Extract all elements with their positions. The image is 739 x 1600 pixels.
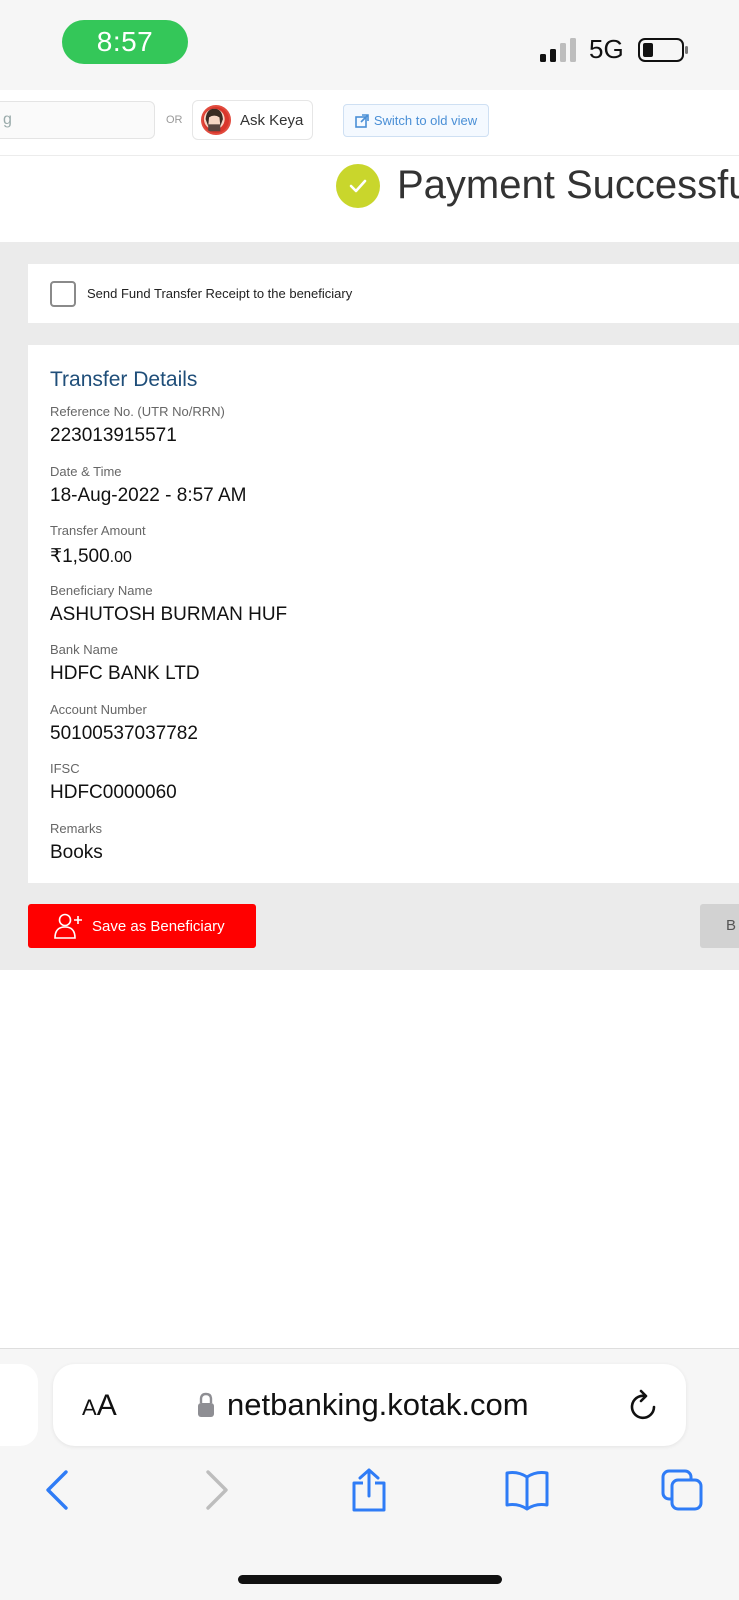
amount-cents: .00 <box>109 549 132 566</box>
page-title: Payment Successfu <box>397 163 739 207</box>
ifsc-value: HDFC0000060 <box>50 782 177 803</box>
previous-tab-pill[interactable] <box>0 1364 38 1446</box>
back-button[interactable]: B <box>700 904 739 948</box>
datetime-value: 18-Aug-2022 - 8:57 AM <box>50 485 247 506</box>
bank-label: Bank Name <box>50 642 118 657</box>
beneficiary-value: ASHUTOSH BURMAN HUF <box>50 604 288 625</box>
ifsc-label: IFSC <box>50 761 80 776</box>
book-icon[interactable] <box>504 1468 550 1512</box>
save-beneficiary-label: Save as Beneficiary <box>92 917 225 935</box>
send-receipt-label[interactable]: Send Fund Transfer Receipt to the benefi… <box>87 286 352 301</box>
tabs-icon[interactable] <box>660 1468 704 1512</box>
battery-icon <box>638 38 688 62</box>
datetime-label: Date & Time <box>50 464 122 479</box>
search-input[interactable]: g <box>0 101 155 139</box>
url-text[interactable]: netbanking.kotak.com <box>227 1387 529 1423</box>
transfer-details-title: Transfer Details <box>50 368 198 391</box>
ask-keya-button[interactable]: Ask Keya <box>192 100 313 140</box>
switch-old-view-button[interactable]: Switch to old view <box>343 104 489 137</box>
add-user-icon <box>54 913 82 939</box>
reload-icon[interactable] <box>628 1388 660 1422</box>
amount-value: ₹1,500.00 <box>50 545 132 568</box>
reference-value: 223013915571 <box>50 425 177 446</box>
amount-label: Transfer Amount <box>50 523 146 538</box>
beneficiary-label: Beneficiary Name <box>50 583 153 598</box>
ask-keya-label: Ask Keya <box>240 111 304 129</box>
chevron-left-icon[interactable] <box>38 1468 78 1512</box>
currency-symbol: ₹ <box>50 546 63 567</box>
remarks-label: Remarks <box>50 821 103 836</box>
lock-icon <box>198 1392 214 1417</box>
signal-icon <box>540 38 576 62</box>
keya-avatar <box>201 105 231 135</box>
status-time[interactable]: 8:57 <box>62 20 188 64</box>
chevron-right-icon[interactable] <box>196 1468 236 1512</box>
home-indicator[interactable] <box>238 1575 502 1584</box>
switch-old-view-label: Switch to old view <box>373 113 478 128</box>
bank-value: HDFC BANK LTD <box>50 663 200 684</box>
send-receipt-checkbox[interactable] <box>50 281 76 307</box>
network-label: 5G <box>589 34 624 64</box>
account-value: 50100537037782 <box>50 723 198 744</box>
amount-main: 1,500 <box>62 546 110 567</box>
account-label: Account Number <box>50 702 147 717</box>
share-icon[interactable] <box>349 1468 389 1512</box>
remarks-value: Books <box>50 842 103 863</box>
or-separator: OR <box>166 114 183 126</box>
reference-label: Reference No. (UTR No/RRN) <box>50 404 225 419</box>
external-link-icon <box>355 113 369 128</box>
check-icon <box>336 164 380 208</box>
reader-aa-button[interactable]: AA <box>82 1389 117 1423</box>
save-beneficiary-button[interactable]: Save as Beneficiary <box>28 904 256 948</box>
